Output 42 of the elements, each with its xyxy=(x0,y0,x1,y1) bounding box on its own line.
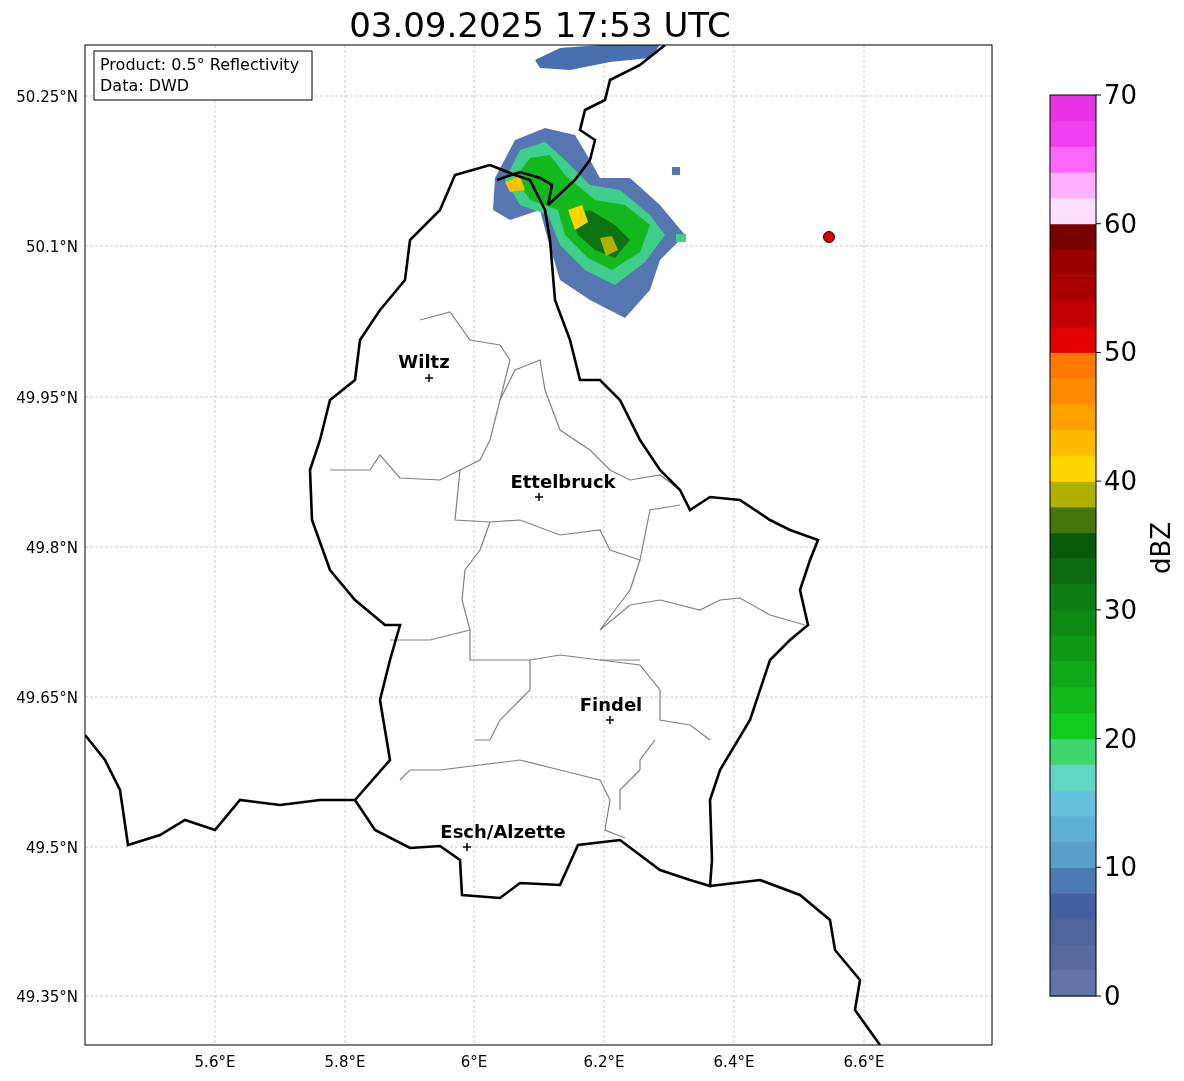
colorbar-tick-label: 20 xyxy=(1104,723,1138,754)
longitude-tick-label: 5.8°E xyxy=(324,1053,366,1071)
tick-mark xyxy=(1095,351,1102,353)
colorbar-tick-label: 30 xyxy=(1104,594,1138,625)
city-marker-icon xyxy=(424,373,434,383)
tick-mark xyxy=(1095,609,1102,611)
colorbar-label: dBZ xyxy=(1146,521,1176,575)
tick-mark xyxy=(1095,480,1102,482)
tick-mark xyxy=(1095,866,1102,868)
longitude-tick-label: 6.6°E xyxy=(843,1053,885,1071)
longitude-tick-label: 6.4°E xyxy=(713,1053,755,1071)
latitude-tick-label: 49.35°N xyxy=(16,988,78,1006)
colorbar-tick-label: 10 xyxy=(1104,852,1138,883)
latitude-tick-label: 50.25°N xyxy=(16,88,78,106)
info-text: Data: DWD xyxy=(100,76,190,95)
latitude-tick-label: 49.65°N xyxy=(16,689,78,707)
info-text: Product: 0.5° Reflectivity xyxy=(100,55,300,74)
tick-mark xyxy=(1095,223,1102,225)
city-marker-icon xyxy=(605,715,615,725)
longitude-tick-label: 5.6°E xyxy=(194,1053,236,1071)
tick-mark xyxy=(1095,94,1102,96)
longitude-tick-label: 6°E xyxy=(460,1053,488,1071)
colorbar-tick-label: 40 xyxy=(1104,466,1138,497)
tick-mark xyxy=(1095,995,1102,997)
city-label: Wiltz xyxy=(398,351,450,372)
location-marker xyxy=(823,231,835,243)
colorbar-tick-label: 60 xyxy=(1104,208,1138,239)
city-marker-icon xyxy=(534,492,544,502)
latitude-tick-label: 49.8°N xyxy=(25,539,78,557)
latitude-tick-label: 49.95°N xyxy=(16,389,78,407)
longitude-tick-label: 6.2°E xyxy=(583,1053,625,1071)
tick-mark xyxy=(1095,738,1102,740)
city-label: Ettelbruck xyxy=(510,471,616,492)
colorbar-tick-label: 50 xyxy=(1104,337,1138,368)
latitude-tick-label: 49.5°N xyxy=(25,839,78,857)
latitude-tick-label: 50.1°N xyxy=(25,238,78,256)
city-label: Esch/Alzette xyxy=(440,821,566,842)
colorbar-tick-label: 0 xyxy=(1104,981,1121,1011)
chart-title: 03.09.2025 17:53 UTC xyxy=(349,5,731,45)
city-label: Findel xyxy=(579,694,643,715)
city-marker-icon xyxy=(462,842,472,852)
colorbar-tick-label: 70 xyxy=(1104,80,1138,110)
